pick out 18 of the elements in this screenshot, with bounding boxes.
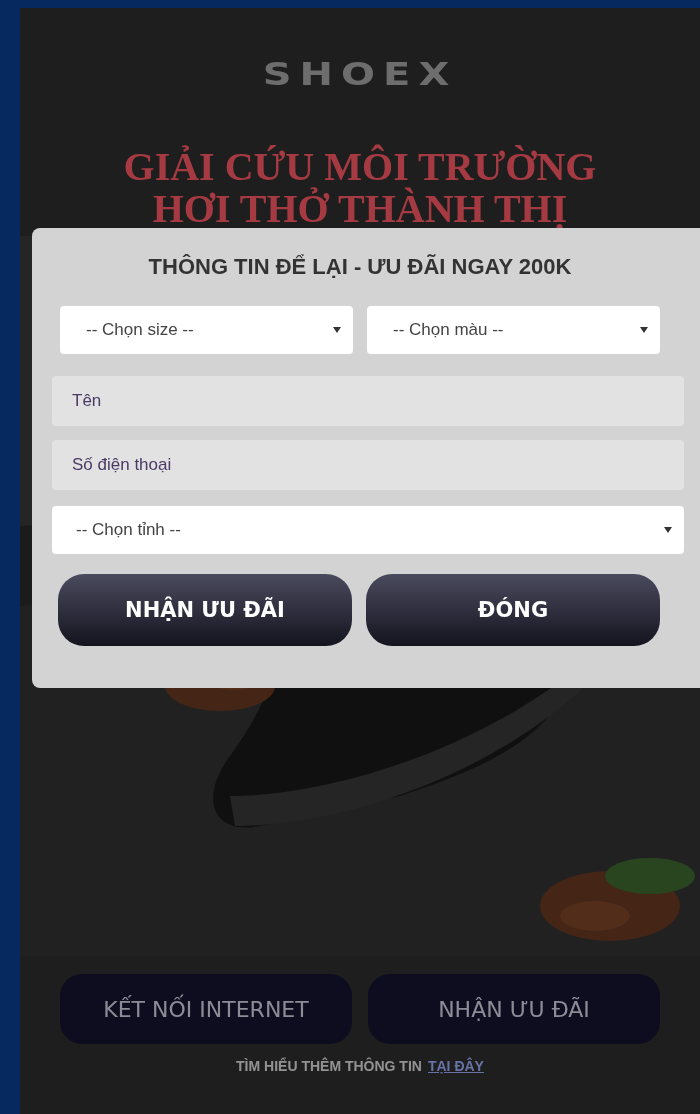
info-link[interactable]: TẠI ĐÂY [427,1058,484,1074]
modal-title: THÔNG TIN ĐỂ LẠI - ƯU ĐÃI NGAY 200K [147,254,573,280]
color-select[interactable]: -- Chọn màu -- [367,306,660,354]
phone-field[interactable]: Số điện thoại [52,440,684,490]
province-select[interactable]: -- Chọn tỉnh -- [52,506,684,554]
modal-button[interactable]: NHẬN ƯU ĐÃI [58,574,352,646]
name-field[interactable]: Tên [52,376,684,426]
info-text: TÌM HIỂU THÊM THÔNG TIN [236,1058,422,1074]
logo: SHOEX [262,55,458,93]
size-select[interactable]: -- Chọn size -- [60,306,353,354]
headline: HƠI THỞ THÀNH THỊ [152,188,568,230]
caret-icon [333,327,341,333]
page-button[interactable]: NHẬN ƯU ĐÃI [368,974,660,1044]
headline: GIẢI CỨU MÔI TRƯỜNG [123,146,597,188]
modal-button[interactable]: ĐÓNG [366,574,660,646]
caret-icon [664,527,672,533]
page-button[interactable]: KẾT NỐI INTERNET [60,974,352,1044]
caret-icon [640,327,648,333]
